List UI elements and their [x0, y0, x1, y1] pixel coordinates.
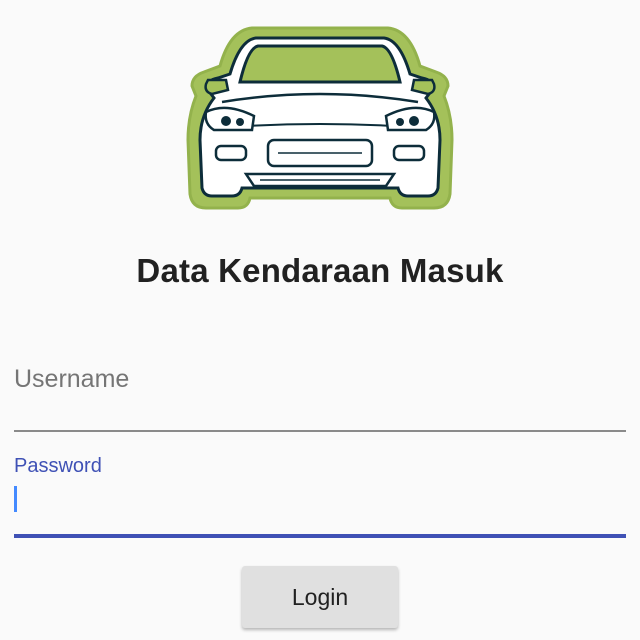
password-underline	[14, 534, 626, 538]
login-screen: Data Kendaraan Masuk Username Password L…	[0, 0, 640, 640]
car-front-icon	[186, 26, 454, 210]
username-field[interactable]: Username	[14, 350, 626, 434]
password-field[interactable]: Password	[14, 450, 626, 540]
text-cursor	[14, 486, 17, 512]
password-label: Password	[14, 455, 102, 477]
page-title: Data Kendaraan Masuk	[136, 252, 504, 289]
login-button[interactable]: Login	[242, 566, 398, 628]
username-placeholder: Username	[14, 365, 130, 393]
username-underline	[14, 430, 626, 432]
